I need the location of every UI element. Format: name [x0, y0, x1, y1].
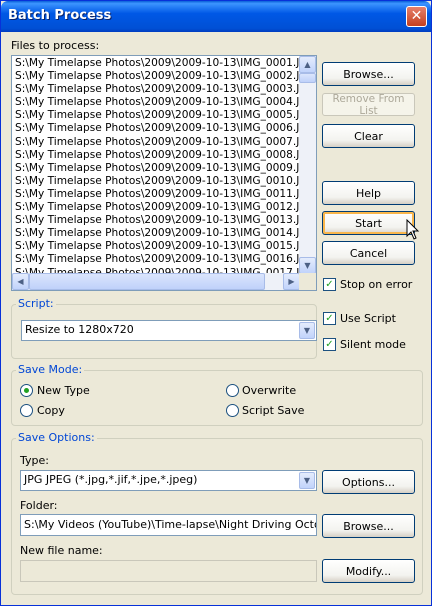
type-label: Type: [20, 454, 49, 467]
close-button[interactable]: ✕ [406, 6, 427, 27]
script-save-label: Script Save [242, 404, 305, 417]
start-button[interactable]: Start [322, 211, 415, 235]
scroll-down-button[interactable]: ▼ [299, 257, 316, 274]
folder-browse-button[interactable]: Browse... [322, 514, 415, 538]
save-options-legend: Save Options: [16, 431, 97, 444]
horizontal-scroll-thumb[interactable] [29, 273, 265, 290]
silent-mode-label: Silent mode [340, 338, 406, 351]
checkmark-icon: ✓ [325, 313, 334, 324]
stop-on-error-checkbox[interactable]: ✓ [323, 278, 336, 291]
list-item[interactable]: S:\My Timelapse Photos\2009\2009-10-13\I… [12, 214, 300, 227]
file-type-selected-value: JPG JPEG (*.jpg,*.jif,*.jpe,*.jpeg) [24, 473, 198, 486]
list-item[interactable]: S:\My Timelapse Photos\2009\2009-10-13\I… [12, 83, 300, 96]
use-script-label: Use Script [340, 312, 396, 325]
list-item[interactable]: S:\My Timelapse Photos\2009\2009-10-13\I… [12, 96, 300, 109]
mouse-cursor-icon [406, 219, 420, 240]
remove-from-list-button[interactable]: Remove From List [322, 93, 415, 117]
list-item[interactable]: S:\My Timelapse Photos\2009\2009-10-13\I… [12, 253, 300, 266]
list-item[interactable]: S:\My Timelapse Photos\2009\2009-10-13\I… [12, 149, 300, 162]
copy-label: Copy [37, 404, 65, 417]
folder-field[interactable]: S:\My Videos (YouTube)\Time-lapse\Night … [20, 514, 317, 536]
list-item[interactable]: S:\My Timelapse Photos\2009\2009-10-13\I… [12, 227, 300, 240]
files-label: Files to process: [11, 39, 100, 52]
use-script-checkbox[interactable]: ✓ [323, 312, 336, 325]
scroll-corner [299, 273, 316, 290]
clear-button[interactable]: Clear [322, 124, 415, 148]
options-button[interactable]: Options... [322, 470, 415, 494]
list-item[interactable]: S:\My Timelapse Photos\2009\2009-10-13\I… [12, 201, 300, 214]
scroll-left-button[interactable]: ◀ [12, 273, 29, 290]
list-item[interactable]: S:\My Timelapse Photos\2009\2009-10-13\I… [12, 188, 300, 201]
list-item[interactable]: S:\My Timelapse Photos\2009\2009-10-13\I… [12, 70, 300, 83]
new-file-name-field[interactable] [20, 560, 317, 582]
stop-on-error-label: Stop on error [340, 278, 413, 291]
batch-process-window: Batch Process ✕ Files to process: S:\My … [0, 0, 432, 606]
overwrite-label: Overwrite [242, 384, 297, 397]
file-type-select[interactable]: JPG JPEG (*.jpg,*.jif,*.jpe,*.jpeg) ▼ [20, 470, 317, 491]
script-selected-value: Resize to 1280x720 [25, 323, 134, 336]
save-mode-legend: Save Mode: [16, 363, 85, 376]
overwrite-radio[interactable] [226, 384, 239, 397]
checkmark-icon: ✓ [325, 279, 334, 290]
copy-radio[interactable] [20, 404, 33, 417]
modify-button[interactable]: Modify... [322, 559, 415, 583]
list-item[interactable]: S:\My Timelapse Photos\2009\2009-10-13\I… [12, 122, 300, 135]
list-item[interactable]: S:\My Timelapse Photos\2009\2009-10-13\I… [12, 240, 300, 253]
vertical-scroll-thumb[interactable] [299, 73, 316, 83]
browse-button[interactable]: Browse... [322, 62, 415, 86]
chevron-down-icon[interactable]: ▼ [299, 322, 315, 339]
horizontal-scrollbar[interactable]: ◀ ▶ [12, 273, 300, 290]
scroll-right-button[interactable]: ▶ [283, 273, 300, 290]
folder-label: Folder: [20, 499, 58, 512]
checkmark-icon: ✓ [325, 339, 334, 350]
script-save-radio[interactable] [226, 404, 239, 417]
save-mode-group [11, 370, 423, 426]
file-list[interactable]: S:\My Timelapse Photos\2009\2009-10-13\I… [11, 55, 317, 291]
close-icon: ✕ [410, 8, 423, 24]
chevron-down-icon[interactable]: ▼ [299, 472, 315, 489]
window-title: Batch Process [8, 8, 112, 23]
list-item[interactable]: S:\My Timelapse Photos\2009\2009-10-13\I… [12, 162, 300, 175]
new-type-radio[interactable] [20, 384, 33, 397]
list-item[interactable]: S:\My Timelapse Photos\2009\2009-10-13\I… [12, 57, 300, 70]
silent-mode-checkbox[interactable]: ✓ [323, 338, 336, 351]
new-file-name-label: New file name: [20, 544, 103, 557]
file-list-items: S:\My Timelapse Photos\2009\2009-10-13\I… [12, 56, 300, 275]
list-item[interactable]: S:\My Timelapse Photos\2009\2009-10-13\I… [12, 175, 300, 188]
help-button[interactable]: Help [322, 181, 415, 205]
scroll-up-button[interactable]: ▲ [299, 56, 316, 73]
cancel-button[interactable]: Cancel [322, 241, 415, 265]
script-select[interactable]: Resize to 1280x720 ▼ [21, 320, 317, 341]
script-legend: Script: [16, 297, 56, 310]
title-bar[interactable]: Batch Process ✕ [1, 1, 431, 32]
vertical-scrollbar[interactable]: ▲ ▼ [299, 56, 316, 274]
new-type-label: New Type [37, 384, 90, 397]
list-item[interactable]: S:\My Timelapse Photos\2009\2009-10-13\I… [12, 109, 300, 122]
list-item[interactable]: S:\My Timelapse Photos\2009\2009-10-13\I… [12, 136, 300, 149]
